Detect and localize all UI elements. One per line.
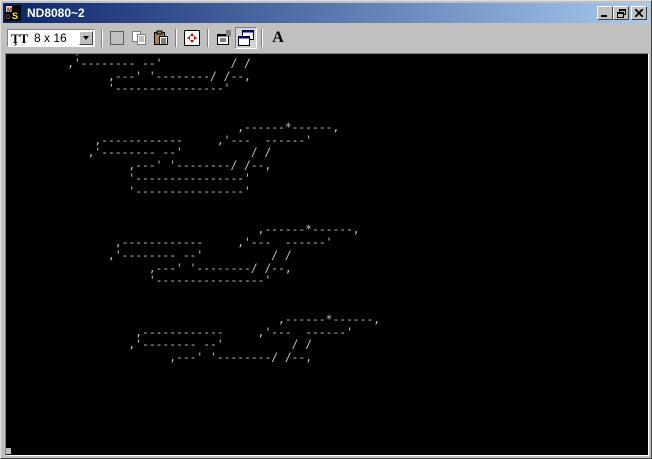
text-cursor — [6, 448, 11, 454]
terminal-line: ,------------ ,'--- ------' — [6, 325, 353, 339]
properties-icon — [217, 30, 231, 45]
toolbar-separator — [175, 29, 177, 47]
chevron-down-icon[interactable] — [79, 31, 93, 45]
font-size-value: 8 x 16 — [34, 31, 67, 45]
svg-text:S: S — [12, 11, 18, 21]
terminal-line: ,'-------- --' / / — [6, 338, 313, 352]
terminal-line: ,------*------, — [6, 223, 360, 237]
terminal-line: '----------------' — [6, 82, 231, 96]
full-screen-icon — [184, 30, 200, 46]
console-window: M S D ND8080~2 ŢT 8 x 16 A ,'-------- --… — [0, 0, 652, 459]
toolbar: ŢT 8 x 16 A — [3, 25, 649, 53]
terminal-line: '----------------' — [6, 274, 272, 288]
properties-button[interactable] — [213, 27, 235, 49]
terminal-line: ,---' '--------/ /--, — [6, 261, 292, 275]
terminal-output: ,------------ '--- ------' ,'-------- --… — [6, 54, 381, 365]
copy-icon — [132, 31, 146, 45]
restore-button[interactable] — [613, 6, 629, 20]
mark-button[interactable] — [106, 27, 128, 49]
terminal-line: ,------------ ,'--- ------' — [6, 133, 313, 147]
restore-icon — [616, 8, 626, 18]
svg-text:D: D — [6, 15, 11, 21]
copy-button[interactable] — [128, 27, 150, 49]
ms-dos-icon[interactable]: M S D — [5, 5, 21, 21]
minimize-button[interactable] — [597, 6, 613, 20]
close-button[interactable] — [631, 6, 647, 20]
terminal-line: ,---' '--------/ /--, — [6, 351, 313, 365]
terminal-line: ,'-------- --' / / — [6, 248, 292, 262]
terminal-line: ,'-------- --' / / — [6, 146, 272, 160]
font-size-select[interactable]: ŢT 8 x 16 — [7, 29, 95, 47]
toolbar-separator — [207, 29, 209, 47]
background-button[interactable] — [235, 27, 257, 49]
terminal-line: ,---' '--------/ /--, — [6, 69, 251, 83]
terminal-line: '----------------' — [6, 184, 251, 198]
terminal-line: ,------*------, — [6, 120, 340, 134]
minimize-icon — [601, 15, 607, 17]
title-bar[interactable]: M S D ND8080~2 — [3, 3, 649, 23]
truetype-font-icon: ŢT — [11, 31, 29, 46]
terminal-line: '----------------' — [6, 171, 251, 185]
font-icon: A — [272, 29, 284, 46]
terminal-screen[interactable]: ,------------ '--- ------' ,'-------- --… — [5, 53, 649, 456]
toolbar-separator — [261, 29, 263, 47]
terminal-line: ,---' '--------/ /--, — [6, 159, 272, 173]
background-icon — [238, 30, 254, 46]
mark-icon — [110, 31, 124, 45]
toolbar-separator — [101, 29, 103, 47]
paste-icon — [154, 30, 168, 45]
close-icon — [635, 9, 643, 17]
terminal-line: ,------------ ,'--- ------' — [6, 235, 333, 249]
terminal-line: ,------*------, — [6, 312, 381, 326]
full-screen-button[interactable] — [181, 27, 203, 49]
paste-button[interactable] — [150, 27, 172, 49]
terminal-line: ,'-------- --' / / — [6, 56, 251, 70]
font-button[interactable]: A — [267, 27, 289, 49]
window-title: ND8080~2 — [27, 6, 85, 20]
